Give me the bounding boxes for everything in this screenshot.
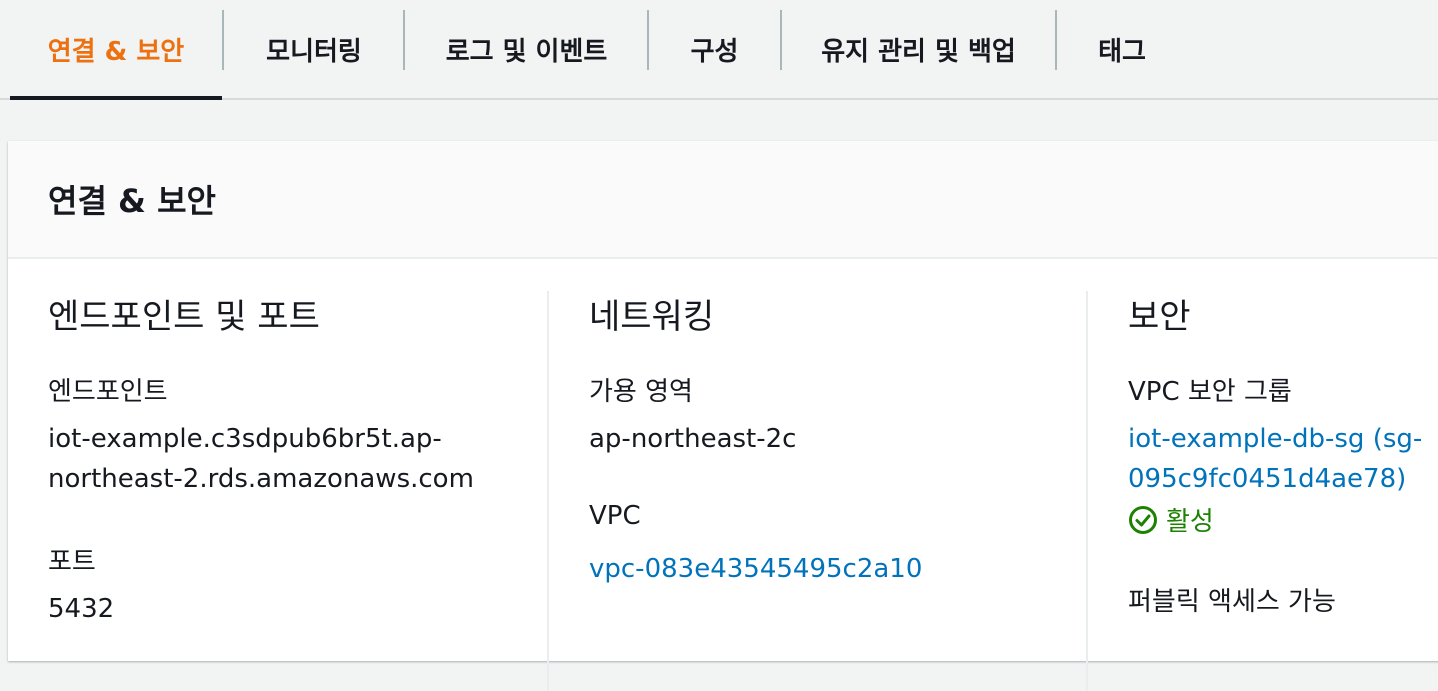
- endpoint-label: 엔드포인트: [48, 377, 168, 407]
- tab-connectivity-security[interactable]: 연결 & 보안: [10, 0, 222, 100]
- availability-zone-value: ap-northeast-2c: [589, 424, 797, 454]
- endpoint-port-section: 엔드포인트 및 포트 엔드포인트 iot-example.c3sdpub6br5…: [8, 259, 548, 679]
- port-value: 5432: [48, 594, 115, 624]
- vpc-link[interactable]: vpc-083e43545495c2a10: [589, 549, 922, 589]
- panel-title: 연결 & 보안: [48, 182, 216, 220]
- tab-configuration[interactable]: 구성: [649, 0, 780, 98]
- panel-header: 연결 & 보안: [8, 141, 1438, 259]
- public-access-label: 퍼블릭 액세스 가능: [1128, 587, 1336, 617]
- endpoint-value-line1: iot-example.c3sdpub6br5t.ap-: [48, 424, 442, 454]
- security-group-link-line1[interactable]: iot-example-db-sg (sg-: [1128, 419, 1422, 459]
- security-group-link-line2[interactable]: 095c9fc0451d4ae78): [1128, 459, 1406, 499]
- security-group-status: 활성: [1128, 501, 1214, 538]
- availability-zone-label: 가용 영역: [589, 377, 693, 407]
- security-section-title: 보안: [1128, 297, 1191, 337]
- vpc-security-group-label: VPC 보안 그룹: [1128, 377, 1292, 407]
- vpc-label: VPC: [589, 501, 641, 531]
- check-circle-icon: [1129, 505, 1157, 534]
- networking-section: 네트워킹 가용 영역 ap-northeast-2c VPC vpc-083e4…: [549, 259, 1087, 679]
- status-text: 활성: [1166, 507, 1214, 537]
- tab-monitoring[interactable]: 모니터링: [224, 0, 404, 98]
- port-label: 포트: [48, 547, 96, 577]
- tab-tags[interactable]: 태그: [1057, 0, 1187, 98]
- networking-section-title: 네트워킹: [589, 297, 715, 337]
- tab-maintenance-backup[interactable]: 유지 관리 및 백업: [782, 0, 1055, 98]
- security-section: 보안 VPC 보안 그룹 iot-example-db-sg (sg- 095c…: [1088, 259, 1438, 679]
- endpoint-section-title: 엔드포인트 및 포트: [48, 297, 320, 337]
- tab-logs-events[interactable]: 로그 및 이벤트: [405, 0, 648, 98]
- endpoint-value-line2: northeast-2.rds.amazonaws.com: [48, 464, 474, 494]
- connectivity-security-panel: 연결 & 보안 엔드포인트 및 포트 엔드포인트 iot-example.c3s…: [8, 141, 1438, 691]
- tab-bar: 연결 & 보안 모니터링 로그 및 이벤트 구성 유지 관리 및 백업 태그: [0, 0, 1438, 100]
